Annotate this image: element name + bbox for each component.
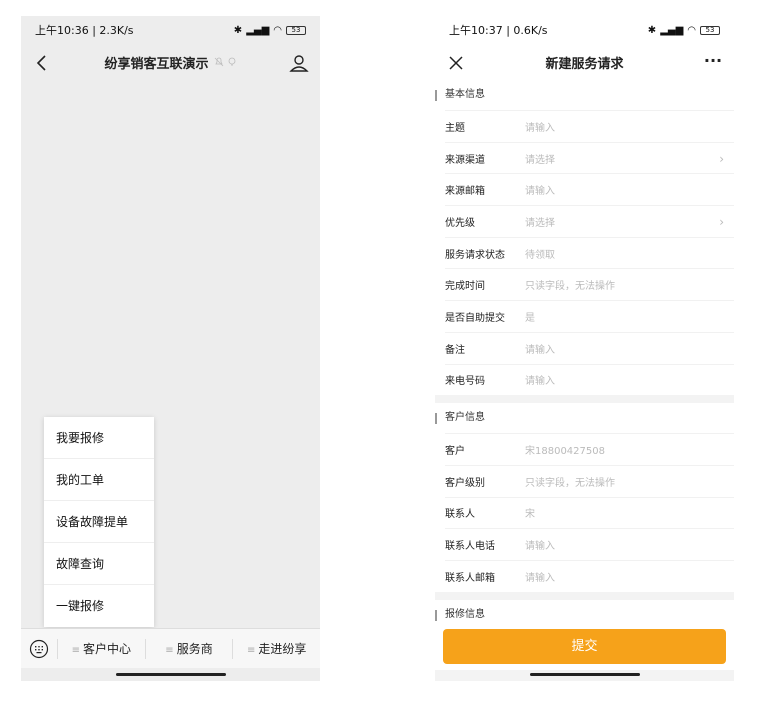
- section-title: 客户信息: [435, 403, 734, 434]
- field-value: 宋: [525, 509, 535, 521]
- section-title: 基本信息: [435, 80, 734, 110]
- chevron-right-icon: ›: [719, 151, 724, 166]
- menu-item-one-click-repair[interactable]: 一键报修: [44, 585, 154, 627]
- field-value: 请输入: [525, 186, 555, 198]
- field-priority[interactable]: 优先级 请选择 ›: [445, 205, 734, 237]
- field-label: 联系人电话: [445, 541, 495, 553]
- field-label: 优先级: [445, 217, 475, 229]
- tab-customer-center[interactable]: ≡ 客户中心: [57, 638, 145, 659]
- bluetooth-icon: ✱: [647, 24, 657, 36]
- battery-icon: 53: [286, 25, 306, 35]
- battery-icon: 53: [700, 25, 720, 35]
- wifi-icon: ◠: [273, 24, 282, 36]
- more-icon[interactable]: ···: [702, 52, 724, 74]
- request-form: 基本信息 主题 请输入 来源渠道 请选择 › 来源邮箱 请输入 优先级 请选择 …: [435, 80, 734, 638]
- bluetooth-icon: ✱: [233, 24, 243, 36]
- field-label: 是否自助提交: [445, 312, 505, 324]
- tab-label: 服务商: [176, 641, 213, 656]
- status-time: 上午10:36 | 2.3K/s: [35, 24, 134, 37]
- field-label: 来电号码: [445, 376, 485, 388]
- bulb-icon: [228, 57, 235, 66]
- status-bar: 上午10:36 | 2.3K/s ✱ ▂▄▆ ◠ 53: [21, 16, 320, 44]
- field-label: 联系人: [445, 509, 475, 521]
- field-customer-level: 客户级别 只读字段，无法操作: [445, 464, 734, 497]
- keyboard-icon: [29, 639, 49, 658]
- status-icons: ✱ ▂▄▆ ◠ 53: [648, 25, 720, 36]
- chat-screen: 上午10:36 | 2.3K/s ✱ ▂▄▆ ◠ 53 纷享销客互联演示 我要报…: [21, 16, 320, 681]
- status-bar: 上午10:37 | 0.6K/s ✱ ▂▄▆ ◠ 53: [435, 16, 734, 44]
- field-value: 请输入: [525, 376, 555, 388]
- menu-item-fault-query[interactable]: 故障查询: [44, 543, 154, 585]
- field-request-status: 服务请求状态 待领取: [445, 236, 734, 269]
- submit-button[interactable]: 提交: [443, 629, 726, 664]
- nav-bar: 新建服务请求 ···: [435, 44, 734, 80]
- menu-item-fault-ticket[interactable]: 设备故障提单: [44, 501, 154, 543]
- popup-menu: 我要报修 我的工单 设备故障提单 故障查询 一键报修: [44, 417, 154, 627]
- field-label: 联系人邮箱: [445, 572, 495, 584]
- field-label: 客户: [445, 446, 465, 458]
- field-subject[interactable]: 主题 请输入: [445, 110, 734, 142]
- home-indicator[interactable]: [529, 673, 640, 676]
- field-value: 请输入: [525, 572, 555, 584]
- tab-service-provider[interactable]: ≡ 服务商: [144, 638, 233, 659]
- field-contact-email[interactable]: 联系人邮箱 请输入: [445, 559, 734, 592]
- nav-bar: 纷享销客互联演示: [21, 44, 320, 80]
- field-label: 来源邮箱: [445, 186, 485, 198]
- field-value: 宋18800427508: [525, 446, 605, 458]
- field-value: 请输入: [525, 344, 555, 356]
- field-label: 来源渠道: [445, 154, 485, 166]
- menu-lines-icon: ≡: [71, 644, 81, 656]
- field-value: 只读字段，无法操作: [525, 477, 615, 489]
- field-source-email[interactable]: 来源邮箱 请输入: [445, 173, 734, 205]
- field-value: 请输入: [525, 541, 555, 553]
- field-label: 备注: [445, 344, 465, 356]
- back-icon[interactable]: [31, 52, 53, 74]
- service-request-screen: 上午10:37 | 0.6K/s ✱ ▂▄▆ ◠ 53 新建服务请求 ··· 基…: [435, 16, 734, 681]
- field-label: 客户级别: [445, 477, 485, 489]
- page-title: 新建服务请求: [545, 56, 624, 72]
- mute-icons: [214, 57, 237, 67]
- bottom-menu-bar: ≡ 客户中心 ≡ 服务商 ≡ 走进纷享: [21, 628, 320, 668]
- field-value: 是: [525, 312, 535, 324]
- signal-icon: ▂▄▆: [246, 24, 270, 36]
- section-basic-info: 基本信息 主题 请输入 来源渠道 请选择 › 来源邮箱 请输入 优先级 请选择 …: [435, 80, 734, 396]
- menu-lines-icon: ≡: [165, 644, 174, 656]
- field-customer[interactable]: 客户 宋18800427508: [445, 433, 734, 465]
- menu-lines-icon: ≡: [246, 644, 256, 656]
- menu-item-repair[interactable]: 我要报修: [44, 417, 154, 459]
- field-value: 待领取: [525, 249, 555, 261]
- chevron-right-icon: ›: [719, 215, 724, 230]
- signal-icon: ▂▄▆: [660, 24, 684, 36]
- tab-label: 走进纷享: [258, 641, 307, 656]
- menu-item-my-orders[interactable]: 我的工单: [44, 459, 154, 501]
- field-value: 请选择: [525, 217, 555, 229]
- keyboard-toggle[interactable]: [21, 629, 57, 669]
- field-completion-time: 完成时间 只读字段，无法操作: [445, 268, 734, 300]
- field-label: 完成时间: [445, 281, 485, 293]
- tab-about[interactable]: ≡ 走进纷享: [232, 638, 320, 659]
- field-remarks[interactable]: 备注 请输入: [445, 331, 734, 364]
- page-title: 纷享销客互联演示: [104, 56, 209, 72]
- field-value: 请输入: [525, 122, 555, 134]
- field-caller-number[interactable]: 来电号码 请输入: [445, 363, 734, 396]
- status-time: 上午10:37 | 0.6K/s: [449, 24, 548, 37]
- field-value: 只读字段，无法操作: [525, 281, 615, 293]
- mute-bell-icon: [214, 57, 223, 67]
- field-contact[interactable]: 联系人 宋: [445, 496, 734, 529]
- section-customer-info: 客户信息 客户 宋18800427508 客户级别 只读字段，无法操作 联系人 …: [435, 403, 734, 592]
- field-label: 服务请求状态: [445, 249, 505, 261]
- tab-label: 客户中心: [83, 641, 132, 656]
- field-source-channel[interactable]: 来源渠道 请选择 ›: [445, 141, 734, 174]
- field-label: 主题: [445, 122, 465, 134]
- field-contact-phone[interactable]: 联系人电话 请输入: [445, 528, 734, 560]
- field-self-submitted: 是否自助提交 是: [445, 300, 734, 332]
- close-icon[interactable]: [445, 52, 467, 74]
- wifi-icon: ◠: [687, 24, 696, 36]
- field-value: 请选择: [525, 154, 555, 166]
- submit-bar: 提交: [435, 624, 734, 670]
- status-icons: ✱ ▂▄▆ ◠ 53: [234, 25, 306, 36]
- profile-icon[interactable]: [288, 52, 310, 74]
- home-indicator[interactable]: [115, 673, 226, 676]
